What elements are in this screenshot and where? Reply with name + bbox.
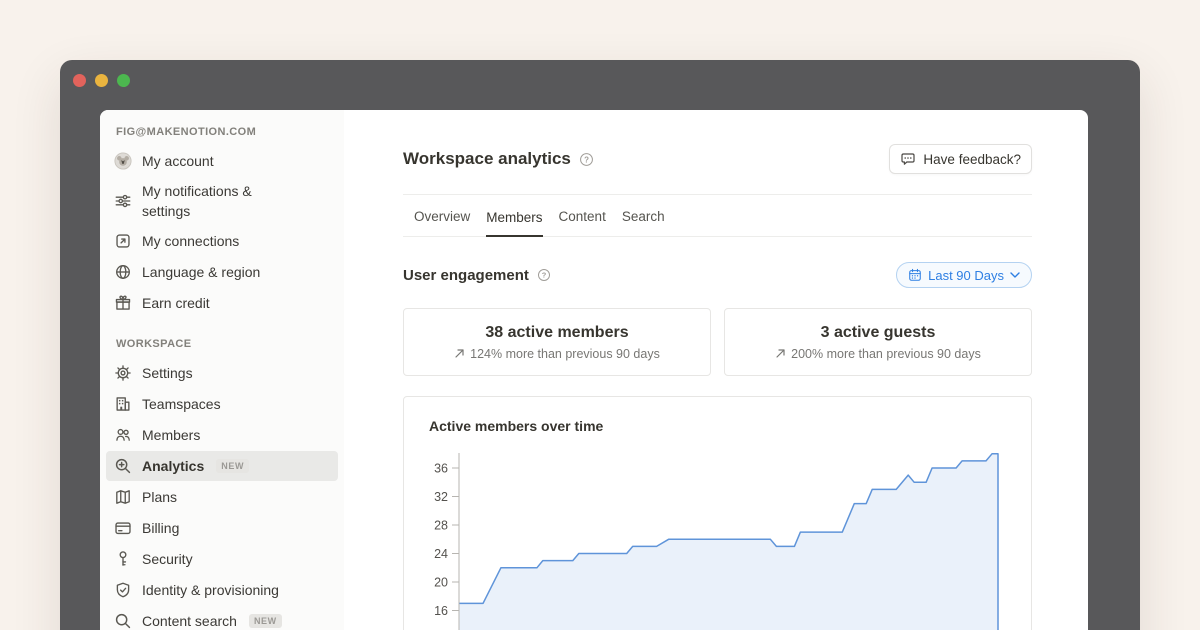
svg-text:32: 32 bbox=[434, 490, 448, 504]
svg-text:16: 16 bbox=[434, 604, 448, 618]
calendar-icon bbox=[908, 268, 922, 282]
new-badge: NEW bbox=[216, 459, 249, 473]
analytics-tabs: Overview Members Content Search bbox=[403, 195, 1032, 237]
sidebar-item-label: Members bbox=[142, 427, 200, 443]
settings-panel: FIG@MAKENOTION.COM My account My noti bbox=[100, 110, 1088, 630]
active-members-stat-card: 38 active members 124% more than previou… bbox=[403, 308, 711, 376]
sidebar-item-content-search[interactable]: Content search NEW bbox=[106, 606, 338, 630]
date-range-label: Last 90 Days bbox=[928, 268, 1004, 283]
tab-search[interactable]: Search bbox=[622, 195, 665, 236]
sidebar-item-label: Plans bbox=[142, 489, 177, 505]
credit-card-icon bbox=[114, 519, 132, 537]
stat-cards-row: 38 active members 124% more than previou… bbox=[403, 308, 1032, 376]
sidebar-item-label: Earn credit bbox=[142, 295, 210, 311]
sidebar-item-analytics[interactable]: Analytics NEW bbox=[106, 451, 338, 481]
sliders-icon bbox=[114, 192, 132, 210]
sidebar-item-language-region[interactable]: Language & region bbox=[106, 257, 338, 287]
arrow-square-icon bbox=[114, 232, 132, 250]
sidebar-item-label: Security bbox=[142, 551, 193, 567]
date-range-dropdown[interactable]: Last 90 Days bbox=[896, 262, 1032, 288]
globe-icon bbox=[114, 263, 132, 281]
gift-icon bbox=[114, 294, 132, 312]
active-guests-stat-card: 3 active guests 200% more than previous … bbox=[724, 308, 1032, 376]
sidebar-item-label: My connections bbox=[142, 233, 239, 249]
svg-text:?: ? bbox=[584, 155, 589, 164]
tab-overview[interactable]: Overview bbox=[414, 195, 470, 236]
sidebar-item-earn-credit[interactable]: Earn credit bbox=[106, 288, 338, 318]
close-window-button[interactable] bbox=[73, 74, 86, 87]
building-icon bbox=[114, 395, 132, 413]
page-title: Workspace analytics bbox=[403, 149, 571, 169]
sidebar-item-label: Analytics bbox=[142, 458, 204, 474]
sidebar-item-my-connections[interactable]: My connections bbox=[106, 226, 338, 256]
sidebar-item-plans[interactable]: Plans bbox=[106, 482, 338, 512]
section-title: User engagement bbox=[403, 267, 529, 284]
svg-text:24: 24 bbox=[434, 547, 448, 561]
sidebar-item-label: Billing bbox=[142, 520, 179, 536]
account-email-label: FIG@MAKENOTION.COM bbox=[100, 126, 344, 138]
new-badge: NEW bbox=[249, 614, 282, 628]
stat-headline: 3 active guests bbox=[821, 324, 936, 342]
svg-text:28: 28 bbox=[434, 519, 448, 533]
user-engagement-row: User engagement ? bbox=[403, 259, 1032, 291]
map-icon bbox=[114, 488, 132, 506]
shield-check-icon bbox=[114, 581, 132, 599]
feedback-button-label: Have feedback? bbox=[923, 152, 1021, 167]
stat-delta-text: 124% more than previous 90 days bbox=[470, 347, 660, 361]
sidebar-item-teamspaces[interactable]: Teamspaces bbox=[106, 389, 338, 419]
page-header: Workspace analytics ? Have feedback? bbox=[403, 144, 1032, 174]
active-members-chart-card: Active members over time 36 32 28 24 20 16 bbox=[403, 396, 1032, 630]
avatar-icon bbox=[114, 152, 132, 170]
minimize-window-button[interactable] bbox=[95, 74, 108, 87]
sidebar-item-billing[interactable]: Billing bbox=[106, 513, 338, 543]
analytics-main: Workspace analytics ? Have feedback? bbox=[344, 110, 1088, 630]
tab-members[interactable]: Members bbox=[486, 195, 542, 237]
magnifier-plus-icon bbox=[114, 457, 132, 475]
stat-headline: 38 active members bbox=[485, 324, 628, 342]
sidebar-item-notifications-settings[interactable]: My notifications & settings bbox=[106, 177, 338, 225]
sidebar-item-members[interactable]: Members bbox=[106, 420, 338, 450]
stat-delta-text: 200% more than previous 90 days bbox=[791, 347, 981, 361]
sidebar-item-my-account[interactable]: My account bbox=[106, 146, 338, 176]
sidebar-item-label: My notifications & settings bbox=[142, 181, 290, 221]
people-icon bbox=[114, 426, 132, 444]
magnifier-icon bbox=[114, 612, 132, 630]
sidebar-item-label: My account bbox=[142, 153, 214, 169]
window-controls bbox=[60, 60, 1140, 87]
svg-text:?: ? bbox=[542, 271, 547, 280]
svg-text:20: 20 bbox=[434, 576, 448, 590]
have-feedback-button[interactable]: Have feedback? bbox=[889, 144, 1032, 174]
trend-up-icon bbox=[775, 348, 786, 359]
zoom-window-button[interactable] bbox=[117, 74, 130, 87]
trend-up-icon bbox=[454, 348, 465, 359]
help-circle-icon[interactable]: ? bbox=[579, 152, 594, 167]
chart-title: Active members over time bbox=[429, 418, 603, 434]
sidebar-item-label: Teamspaces bbox=[142, 396, 221, 412]
sidebar-item-security[interactable]: Security bbox=[106, 544, 338, 574]
chevron-down-icon bbox=[1010, 272, 1020, 278]
sidebar-item-settings[interactable]: Settings bbox=[106, 358, 338, 388]
speech-bubble-icon bbox=[900, 151, 916, 167]
key-icon bbox=[114, 550, 132, 568]
help-circle-icon[interactable]: ? bbox=[537, 268, 551, 282]
sidebar-item-identity-provisioning[interactable]: Identity & provisioning bbox=[106, 575, 338, 605]
workspace-section-label: WORKSPACE bbox=[100, 338, 344, 350]
svg-text:36: 36 bbox=[434, 462, 448, 476]
gear-icon bbox=[114, 364, 132, 382]
sidebar-item-label: Settings bbox=[142, 365, 193, 381]
sidebar-item-label: Identity & provisioning bbox=[142, 582, 279, 598]
tab-content[interactable]: Content bbox=[559, 195, 606, 236]
settings-sidebar: FIG@MAKENOTION.COM My account My noti bbox=[100, 110, 344, 630]
sidebar-item-label: Language & region bbox=[142, 264, 260, 280]
sidebar-item-label: Content search bbox=[142, 613, 237, 629]
app-window: FIG@MAKENOTION.COM My account My noti bbox=[60, 60, 1140, 630]
